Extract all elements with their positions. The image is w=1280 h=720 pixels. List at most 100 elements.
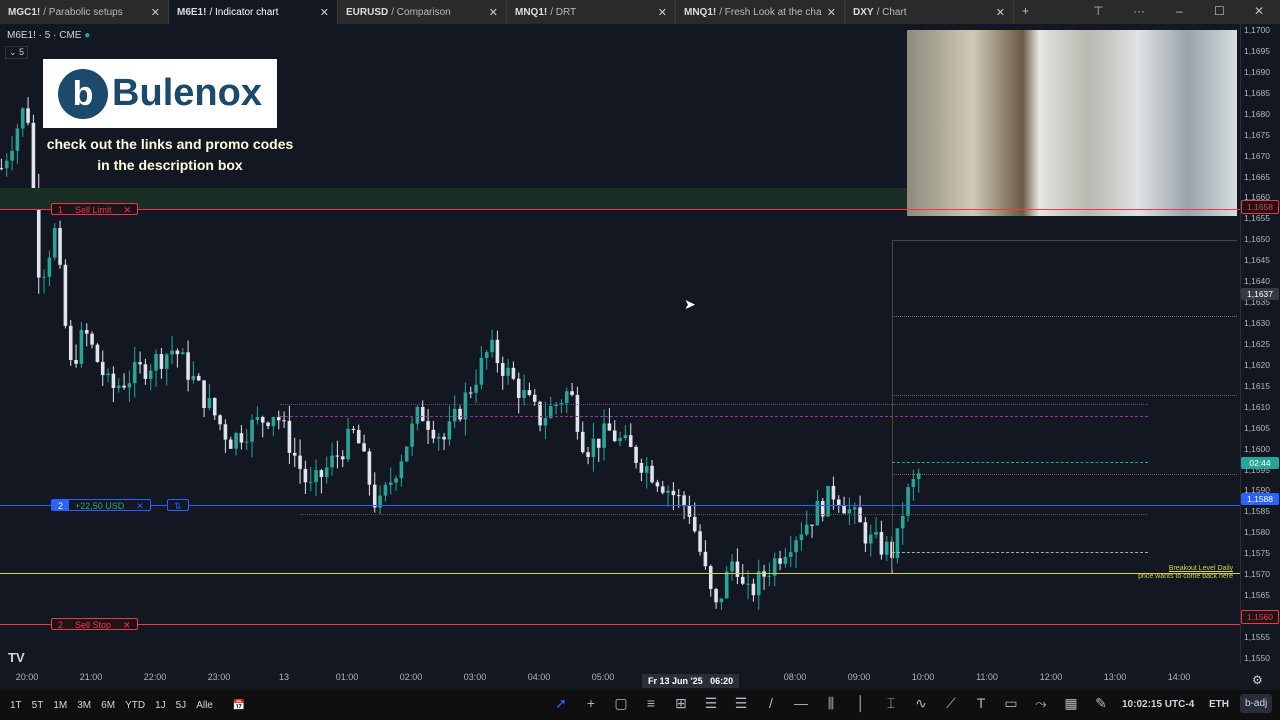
tab-5[interactable]: DXY / Chart ✕	[845, 0, 1014, 24]
layout-icon[interactable]: ⊤	[1093, 4, 1103, 18]
close-tab-icon[interactable]: ✕	[658, 6, 667, 19]
candle-body	[4, 160, 9, 169]
time-tick: 13:00	[1103, 672, 1127, 682]
candle-body	[692, 516, 697, 532]
adjustment-toggle[interactable]: b-adj	[1240, 694, 1273, 713]
cancel-order-button[interactable]: ✕	[118, 204, 138, 214]
chart-pane[interactable]: M6E1! · 5 · CME ● ⌄ 5 b Bulenox check ou…	[0, 24, 1240, 665]
text-icon[interactable]: T	[971, 695, 991, 711]
rectangle-icon[interactable]: ▢	[611, 695, 631, 712]
minimize-icon[interactable]: –	[1176, 4, 1183, 18]
collapse-legend-button[interactable]: ⌄ 5	[5, 46, 29, 59]
range-5t[interactable]: 5T	[32, 700, 44, 711]
range-1j[interactable]: 1J	[155, 700, 166, 711]
tab-4[interactable]: MNQ1! / Fresh Look at the cha ✕	[676, 0, 845, 24]
candle-body	[260, 417, 265, 423]
candle-body	[442, 436, 446, 440]
price-tick: 1,1665	[1244, 171, 1270, 182]
horizontal-line-icon[interactable]: —	[791, 695, 811, 711]
vertical-line-icon[interactable]: │	[851, 695, 871, 711]
tab-3[interactable]: MNQ1! / DRT ✕	[507, 0, 676, 24]
lines-icon[interactable]: ≡	[641, 695, 661, 711]
goto-date-icon[interactable]: 📅	[233, 700, 245, 711]
session-toggle[interactable]: ETH	[1209, 699, 1229, 710]
range-alle[interactable]: Alle	[196, 700, 213, 711]
range-6m[interactable]: 6M	[101, 700, 115, 711]
candle-body	[159, 354, 164, 369]
breakout-line[interactable]	[0, 573, 1240, 574]
time-tick: 10:00	[911, 672, 935, 682]
path-icon[interactable]: ⤳	[1031, 695, 1051, 712]
price-tick: 1,1650	[1244, 234, 1270, 245]
settings-icon[interactable]: ⚙	[1252, 673, 1263, 687]
fib-grid-icon[interactable]: ⊞	[671, 695, 691, 712]
candle-body	[591, 438, 596, 457]
tab-name: / Fresh Look at the cha	[719, 6, 822, 18]
candle-body	[116, 385, 121, 389]
candle-body	[58, 228, 62, 265]
close-tab-icon[interactable]: ✕	[827, 6, 836, 19]
new-tab-icon[interactable]: +	[1022, 4, 1029, 18]
tab-symbol: MGC1!	[8, 6, 41, 18]
crosshair-icon[interactable]: +	[581, 695, 601, 711]
candle-body	[506, 367, 510, 376]
measure-icon[interactable]: ⌶	[881, 695, 901, 712]
candle-body	[324, 467, 329, 478]
brush-icon[interactable]: ✎	[1091, 695, 1111, 712]
pattern-icon[interactable]: ∿	[911, 695, 931, 712]
candle-body	[287, 420, 292, 453]
channel-icon[interactable]: ☰	[701, 695, 721, 712]
time-axis[interactable]: 20:00 21:00 22:00 23:00 13 01:00 02:00 03:00 04:…	[0, 672, 1240, 690]
maximize-icon[interactable]: ☐	[1214, 4, 1225, 18]
candle-body	[804, 524, 809, 535]
candle-body	[884, 541, 889, 555]
range-1m[interactable]: 1M	[53, 700, 67, 711]
tab-1[interactable]: M6E1! / Indicator chart ✕	[169, 0, 338, 24]
candle-body	[495, 339, 500, 364]
candle-body	[84, 329, 89, 334]
more-icon[interactable]: ···	[1133, 4, 1145, 18]
candle-body	[426, 421, 430, 430]
range-ytd[interactable]: YTD	[125, 700, 145, 711]
time-tick: 05:00	[591, 672, 615, 682]
candle-body	[623, 435, 628, 439]
gann-icon[interactable]: ▦	[1061, 695, 1081, 712]
candle-body	[431, 429, 436, 439]
sell-stop-order[interactable]: 2 Sell Stop ✕	[51, 618, 138, 630]
sell-limit-line[interactable]	[0, 209, 1240, 210]
close-tab-icon[interactable]: ✕	[151, 6, 160, 19]
clock[interactable]: 10:02:15 UTC-4	[1122, 699, 1194, 710]
price-axis[interactable]: 1,1700 1,1695 1,1690 1,1685 1,1680 1,1675 1,16…	[1240, 24, 1280, 664]
cancel-order-button[interactable]: ✕	[117, 619, 137, 629]
candle-body	[874, 532, 878, 535]
parallel-icon[interactable]: ☰	[731, 695, 751, 712]
close-window-icon[interactable]: ✕	[1254, 4, 1264, 18]
ray-icon[interactable]: ⟋	[941, 695, 961, 712]
candle-body	[223, 424, 228, 440]
position-order[interactable]: 2 +22,50 USD ✕	[51, 499, 151, 511]
range-1t[interactable]: 1T	[10, 700, 22, 711]
close-tab-icon[interactable]: ✕	[489, 6, 498, 19]
candle-body	[15, 128, 20, 151]
close-tab-icon[interactable]: ✕	[320, 6, 329, 19]
sell-stop-line[interactable]	[0, 624, 1240, 625]
sell-limit-order[interactable]: 1 Sell Limit ✕	[51, 203, 139, 215]
close-tab-icon[interactable]: ✕	[996, 6, 1005, 19]
tab-symbol: DXY	[853, 6, 874, 18]
range-5j[interactable]: 5J	[176, 700, 187, 711]
close-position-button[interactable]: ✕	[130, 500, 150, 510]
cursor-icon[interactable]: ➚	[551, 695, 571, 712]
candle-body	[266, 422, 270, 427]
trendline-icon[interactable]: /	[761, 695, 781, 711]
reverse-position-button[interactable]: ⇅	[167, 499, 189, 511]
range-3m[interactable]: 3M	[77, 700, 91, 711]
price-tick: 1,1630	[1244, 318, 1270, 329]
tradingview-logo[interactable]: TV	[8, 650, 25, 665]
tab-2[interactable]: EURUSD / Comparison ✕	[338, 0, 507, 24]
candle-body	[852, 507, 857, 510]
candle-body	[687, 506, 692, 517]
tab-0[interactable]: MGC1! / Parabolic setups ✕	[0, 0, 169, 24]
indicators-icon[interactable]: ⫼	[821, 695, 841, 712]
comment-icon[interactable]: ▭	[1001, 695, 1021, 712]
candle-body	[879, 532, 884, 555]
